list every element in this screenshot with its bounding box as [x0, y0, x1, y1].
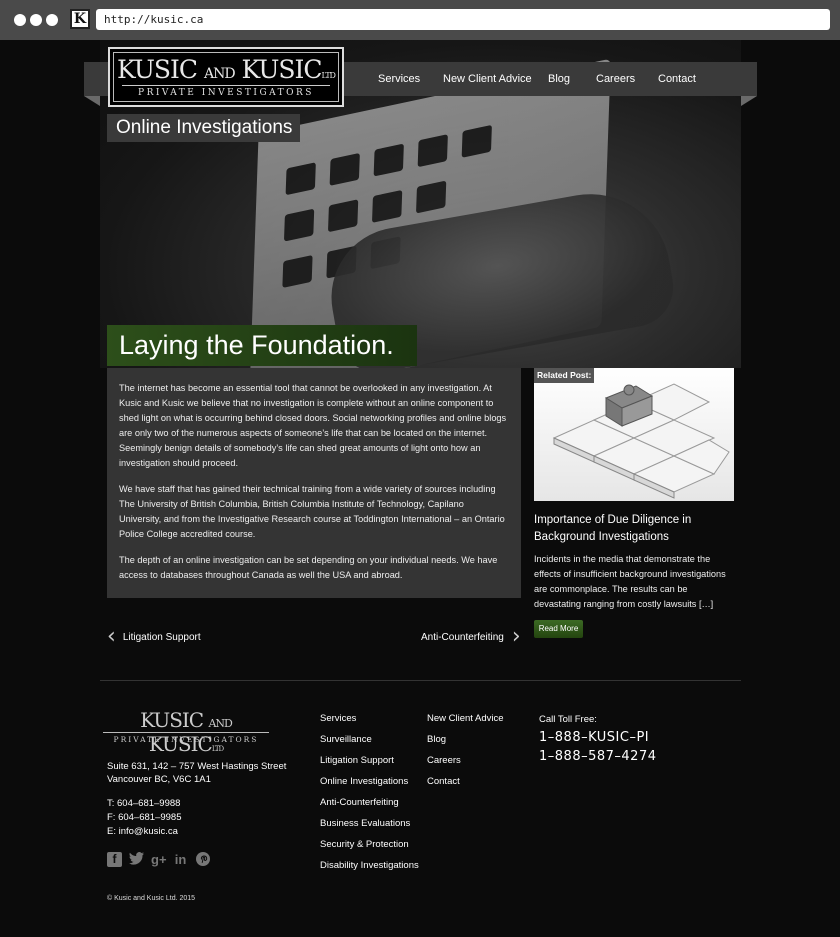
footer-logo-tagline: PRIVATE INVESTIGATORS: [113, 735, 259, 744]
address-line: Suite 631, 142 – 757 West Hastings Stree…: [107, 761, 287, 772]
footer-telephone: T: 604–681–9988: [107, 798, 181, 809]
footer-link[interactable]: Blog: [427, 733, 527, 746]
footer-link[interactable]: Services: [320, 712, 420, 725]
footer-link[interactable]: New Client Advice: [427, 712, 527, 725]
pinterest-icon[interactable]: [195, 852, 210, 867]
footer-fax: F: 604–681–9985: [107, 812, 182, 823]
related-post-excerpt: Incidents in the media that demonstrate …: [534, 554, 726, 609]
toll-free-phone-number[interactable]: 1–888–587–4274: [539, 749, 656, 764]
chevron-right-icon: ›: [511, 624, 521, 649]
footer-logo[interactable]: KUSIC AND KUSICLTD PRIVATE INVESTIGATORS: [101, 708, 271, 756]
footer-pages-menu: New Client Advice Blog Careers Contact: [427, 712, 527, 796]
footer-logo-word-and: AND: [208, 717, 232, 730]
chevron-left-icon: ‹: [107, 624, 116, 649]
footer-link[interactable]: Disability Investigations: [320, 859, 420, 872]
footer-link[interactable]: Online Investigations: [320, 775, 420, 788]
footer-address: Suite 631, 142 – 757 West Hastings Stree…: [107, 760, 286, 786]
facebook-icon[interactable]: f: [107, 852, 122, 867]
footer-logo-word-left: KUSIC: [140, 708, 204, 732]
address-line: Vancouver BC, V6C 1A1: [107, 774, 211, 785]
favicon-icon: K: [70, 9, 90, 29]
footer-logo-ltd: LTD: [211, 745, 224, 753]
copyright: © Kusic and Kusic Ltd. 2015: [107, 895, 196, 902]
footer-link[interactable]: Contact: [427, 775, 527, 788]
footer-link[interactable]: Careers: [427, 754, 527, 767]
window-close-dot[interactable]: [14, 14, 26, 26]
nav-fold-right: [741, 96, 757, 106]
article-body: The internet has become an essential too…: [107, 368, 521, 598]
footer-link[interactable]: Security & Protection: [320, 838, 420, 851]
twitter-icon[interactable]: [129, 852, 144, 867]
read-more-button[interactable]: Read More: [534, 620, 583, 638]
logo-tagline: PRIVATE INVESTIGATORS: [138, 88, 314, 98]
related-post-tag: Related Post:: [534, 368, 595, 383]
footer-divider: [100, 680, 741, 681]
next-page-link[interactable]: Anti-Counterfeiting ›: [421, 626, 521, 648]
toll-free-label: Call Toll Free:: [539, 714, 597, 725]
url-bar[interactable]: http://kusic.ca: [96, 9, 830, 30]
prev-page-label: Litigation Support: [122, 631, 201, 643]
nav-careers[interactable]: Careers: [596, 73, 635, 85]
footer-link[interactable]: Business Evaluations: [320, 817, 420, 830]
window-maximize-dot[interactable]: [46, 14, 58, 26]
headline-banner: Laying the Foundation.: [107, 325, 417, 366]
next-page-label: Anti-Counterfeiting: [421, 631, 504, 643]
footer-link[interactable]: Litigation Support: [320, 754, 420, 767]
page-title: Online Investigations: [107, 114, 300, 142]
article-paragraph: The depth of an online investigation can…: [119, 555, 498, 580]
nav-contact[interactable]: Contact: [658, 73, 696, 85]
article-paragraph: The internet has become an essential too…: [119, 383, 507, 468]
toll-free-phone-vanity[interactable]: 1–888–KUSIC–PI: [539, 730, 649, 745]
nav-services[interactable]: Services: [378, 73, 420, 85]
linkedin-icon[interactable]: in: [173, 852, 188, 867]
article-paragraph: We have staff that has gained their tech…: [119, 484, 505, 539]
footer-email[interactable]: E: info@kusic.ca: [107, 825, 181, 839]
page-viewport: KUSIC AND KUSICLTD PRIVATE INVESTIGATORS…: [0, 40, 840, 937]
footer-services-menu: Services Surveillance Litigation Support…: [320, 712, 420, 880]
google-plus-icon[interactable]: g+: [151, 852, 167, 867]
nav-blog[interactable]: Blog: [548, 73, 570, 85]
site-logo[interactable]: KUSIC AND KUSICLTD PRIVATE INVESTIGATORS: [108, 47, 344, 107]
footer-link[interactable]: Anti-Counterfeiting: [320, 796, 420, 809]
footer-link[interactable]: Surveillance: [320, 733, 420, 746]
logo-word-left: KUSIC: [117, 55, 198, 84]
nav-fold-left: [84, 96, 100, 106]
logo-ltd: LTD: [321, 71, 336, 80]
logo-word-and: AND: [203, 66, 236, 82]
social-links: f g+ in: [107, 852, 210, 867]
related-post-title[interactable]: Importance of Due Diligence in Backgroun…: [534, 512, 734, 546]
prev-page-link[interactable]: ‹ Litigation Support: [107, 626, 201, 648]
browser-chrome: K http://kusic.ca: [0, 0, 840, 40]
puzzle-image[interactable]: [534, 368, 734, 501]
window-minimize-dot[interactable]: [30, 14, 42, 26]
logo-word-right: KUSIC: [241, 55, 323, 84]
nav-new-client-advice[interactable]: New Client Advice: [443, 73, 532, 85]
footer-contact: T: 604–681–9988 F: 604–681–9985 E: info@…: [107, 797, 181, 839]
